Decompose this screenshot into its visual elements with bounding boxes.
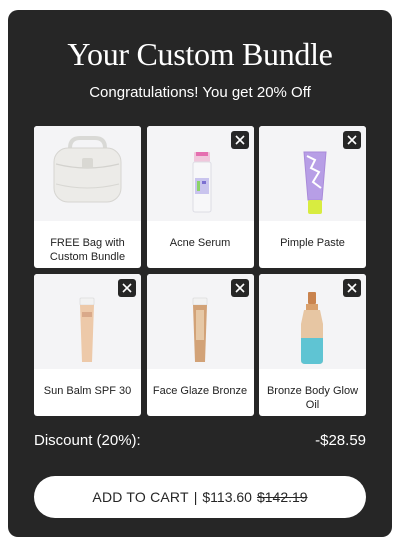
item-label: Bronze Body Glow Oil bbox=[266, 385, 359, 411]
original-price: $142.19 bbox=[256, 489, 308, 505]
add-to-cart-button[interactable]: ADD TO CART | $113.60 $142.19 bbox=[34, 476, 366, 518]
item-label: Pimple Paste bbox=[280, 237, 345, 249]
price-separator: | bbox=[193, 489, 198, 505]
item-label: FREE Bag with Custom Bundle bbox=[49, 237, 126, 263]
remove-item-button[interactable] bbox=[118, 279, 136, 297]
item-label: Sun Balm SPF 30 bbox=[43, 385, 132, 397]
bundle-item-face-glaze[interactable]: Face Glaze Bronze bbox=[146, 274, 254, 416]
item-label: Face Glaze Bronze bbox=[152, 385, 248, 397]
remove-item-button[interactable] bbox=[230, 279, 249, 297]
close-icon bbox=[122, 283, 132, 293]
close-icon bbox=[234, 135, 245, 145]
close-icon bbox=[234, 283, 245, 293]
bundle-item-body-glow-oil[interactable]: Bronze Body Glow Oil bbox=[259, 274, 366, 416]
bag-image bbox=[34, 126, 141, 221]
remove-item-button[interactable] bbox=[343, 131, 361, 149]
close-icon bbox=[347, 283, 357, 293]
bundle-item-acne-serum[interactable]: Acne Serum bbox=[146, 126, 254, 268]
bundle-item-bag[interactable]: FREE Bag with Custom Bundle bbox=[34, 126, 141, 268]
bundle-panel: Your Custom Bundle Congratulations! You … bbox=[8, 10, 392, 537]
bundle-subtitle: Congratulations! You get 20% Off bbox=[89, 84, 311, 101]
discount-label: Discount (20%): bbox=[34, 432, 141, 449]
close-icon bbox=[347, 135, 357, 145]
remove-item-button[interactable] bbox=[230, 131, 249, 149]
add-to-cart-label: ADD TO CART bbox=[92, 489, 189, 505]
bundle-title: Your Custom Bundle bbox=[67, 36, 333, 72]
remove-item-button[interactable] bbox=[343, 279, 361, 297]
bundle-price: $113.60 bbox=[202, 489, 252, 505]
bundle-item-sun-balm[interactable]: Sun Balm SPF 30 bbox=[34, 274, 141, 416]
discount-row: Discount (20%): -$28.59 bbox=[34, 432, 366, 449]
bundle-items-grid: FREE Bag with Custom Bundle Acne Serum P… bbox=[34, 126, 366, 416]
discount-value: -$28.59 bbox=[315, 432, 366, 449]
item-label: Acne Serum bbox=[169, 237, 231, 249]
bundle-item-pimple-paste[interactable]: Pimple Paste bbox=[259, 126, 366, 268]
